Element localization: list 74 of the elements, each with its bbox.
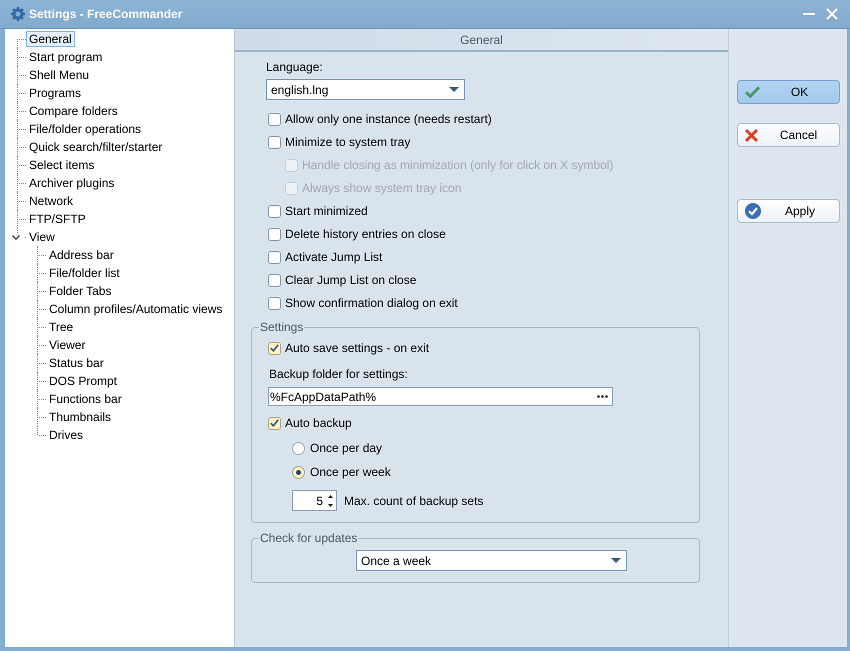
checkbox-label: Minimize to system tray <box>285 135 410 150</box>
tree-item[interactable]: Folder Tabs <box>46 283 114 299</box>
checkbox[interactable] <box>268 205 281 218</box>
checkbox-label: Show confirmation dialog on exit <box>285 296 458 311</box>
checkbox[interactable] <box>268 228 281 241</box>
group-title: Check for updates <box>259 531 358 545</box>
caret-icon <box>611 558 621 563</box>
checkbox[interactable] <box>268 416 281 430</box>
radio-button[interactable] <box>292 466 305 478</box>
tree-item[interactable]: Select items <box>26 157 98 173</box>
checkbox[interactable] <box>268 113 281 126</box>
update-frequency-dropdown[interactable]: Once a week <box>356 550 627 571</box>
checkbox-label: Allow only one instance (needs restart) <box>285 112 492 127</box>
checkbox-label: Clear Jump List on close <box>285 273 416 288</box>
checkmark-icon <box>745 86 760 98</box>
field-label: Backup folder for settings: <box>269 366 409 382</box>
checkbox[interactable] <box>268 251 281 264</box>
cancel-button[interactable]: Cancel <box>737 123 840 147</box>
tree-item[interactable]: File/folder list <box>46 265 123 281</box>
checkmark-icon <box>270 419 279 427</box>
checkbox-label: Activate Jump List <box>285 250 382 265</box>
tree-item[interactable]: Functions bar <box>46 391 125 407</box>
tree-item[interactable]: Viewer <box>46 337 88 353</box>
group-title: Settings <box>259 320 304 334</box>
tree-item[interactable]: Shell Menu <box>26 67 92 83</box>
gear-icon <box>10 6 26 22</box>
radio-label: Once per day <box>310 440 382 456</box>
ellipsis-icon[interactable] <box>597 395 608 398</box>
tree-item[interactable]: Status bar <box>46 355 107 371</box>
tree-item[interactable]: File/folder operations <box>26 121 144 137</box>
text-field[interactable]: %FcAppDataPath% <box>268 387 613 406</box>
tree-item[interactable]: Programs <box>26 85 84 101</box>
tree-item[interactable]: Compare folders <box>26 103 121 119</box>
field-label: Language: <box>266 59 324 75</box>
radio-label: Once per week <box>310 464 391 480</box>
tree-item[interactable]: Quick search/filter/starter <box>26 139 166 155</box>
tree-item[interactable]: Column profiles/Automatic views <box>46 301 226 317</box>
tree-item[interactable]: Drives <box>46 427 86 443</box>
tree-item[interactable]: DOS Prompt <box>46 373 120 389</box>
tree-item[interactable]: Address bar <box>46 247 117 263</box>
tree-item[interactable]: Network <box>26 193 76 209</box>
checkbox-label: Auto backup <box>285 416 352 430</box>
checkbox-label: Auto save settings - on exit <box>285 340 430 356</box>
tree-item[interactable]: Tree <box>46 319 76 335</box>
cross-icon <box>745 128 758 142</box>
checkbox[interactable] <box>268 136 281 149</box>
number-spinner[interactable]: 5 <box>292 490 337 511</box>
arrow-down-icon[interactable] <box>328 504 333 506</box>
checkbox[interactable] <box>268 274 281 287</box>
caret-icon <box>449 87 459 92</box>
tree-item[interactable]: General <box>26 31 75 47</box>
tree-item[interactable]: View <box>26 229 58 245</box>
tree-item[interactable]: Thumbnails <box>46 409 114 425</box>
section-header: General <box>235 29 728 52</box>
checkbox-label: Always show system tray icon <box>302 181 462 196</box>
checkbox[interactable] <box>268 297 281 310</box>
tree-item[interactable]: Archiver plugins <box>26 175 118 191</box>
language-dropdown[interactable]: english.lng <box>266 79 465 100</box>
check-circle-icon <box>745 203 761 219</box>
checkbox-label: Delete history entries on close <box>285 227 446 242</box>
window-title: Settings - FreeCommander <box>29 7 182 21</box>
close-icon[interactable] <box>826 8 838 20</box>
ok-button[interactable]: OK <box>737 80 840 104</box>
checkbox-label: Start minimized <box>285 204 368 219</box>
apply-button[interactable]: Apply <box>737 199 840 223</box>
field-label: Max. count of backup sets <box>344 494 484 508</box>
tree-item[interactable]: Start program <box>26 49 106 65</box>
checkmark-icon <box>270 344 279 352</box>
tree-item[interactable]: FTP/SFTP <box>26 211 89 227</box>
checkbox-label: Handle closing as minimization (only for click on X symbol) <box>302 158 614 173</box>
checkbox[interactable] <box>268 342 281 354</box>
chevron-down-icon[interactable] <box>12 235 20 240</box>
radio-button[interactable] <box>292 442 305 454</box>
arrow-up-icon[interactable] <box>328 494 333 498</box>
